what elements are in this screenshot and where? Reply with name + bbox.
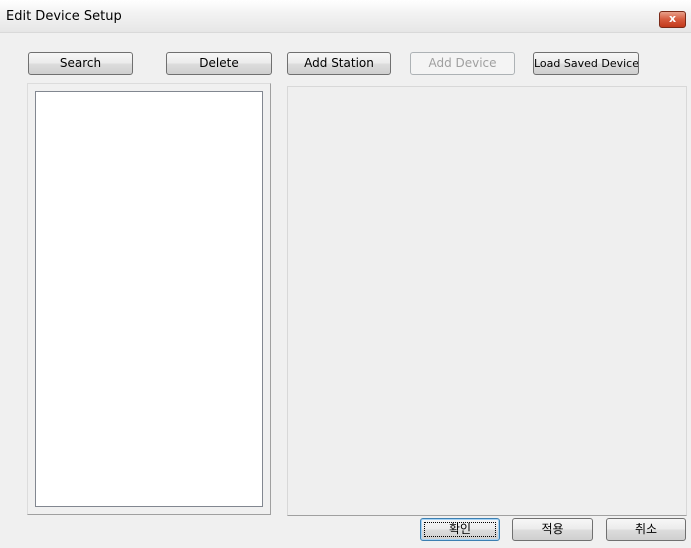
load-saved-device-button[interactable]: Load Saved Device (533, 52, 639, 75)
search-button[interactable]: Search (28, 52, 133, 75)
window-title: Edit Device Setup (6, 9, 122, 24)
close-icon: x (668, 12, 677, 25)
device-detail-panel (287, 86, 687, 516)
focus-ring (424, 522, 496, 537)
close-button[interactable]: x (659, 11, 686, 28)
title-bar[interactable]: Edit Device Setup x (0, 0, 691, 33)
apply-button[interactable]: 적용 (512, 518, 593, 541)
delete-button[interactable]: Delete (166, 52, 272, 75)
device-tree[interactable] (35, 91, 263, 507)
add-station-button[interactable]: Add Station (287, 52, 391, 75)
ok-button[interactable]: 확인 (420, 518, 500, 541)
cancel-button[interactable]: 취소 (606, 518, 686, 541)
add-device-button[interactable]: Add Device (410, 52, 515, 75)
edit-device-setup-dialog: Edit Device Setup x Search Delete Add St… (0, 0, 691, 548)
